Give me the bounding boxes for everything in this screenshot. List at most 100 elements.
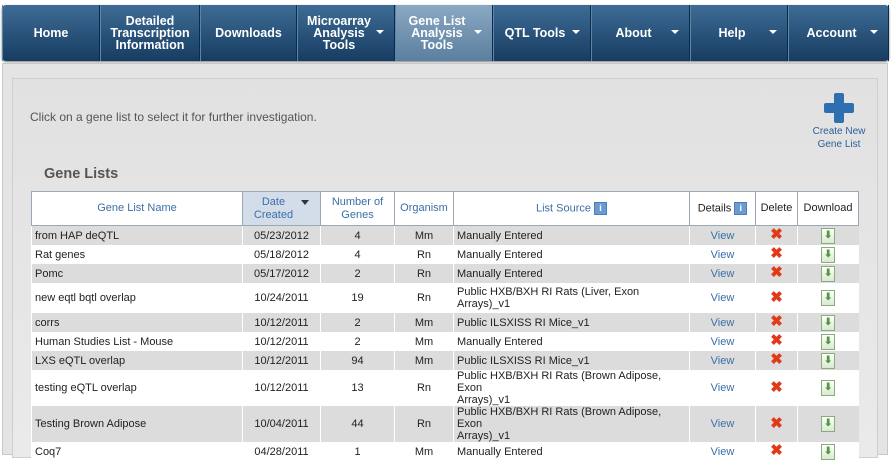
download-arrow-icon: ⬇: [821, 314, 836, 331]
view-link[interactable]: View: [689, 351, 756, 370]
table-row[interactable]: corrs 10/12/2011 2 Mm Public ILSXISS RI Mice…: [31, 313, 859, 332]
number-of-genes: 4: [320, 225, 395, 245]
number-of-genes: 2: [320, 313, 395, 332]
table-row[interactable]: Human Studies List - Mouse 10/12/2011 2 Mm M…: [31, 332, 859, 351]
organism: Rn: [394, 406, 454, 442]
sort-down-icon: [301, 199, 310, 205]
download-button[interactable]: ⬇: [797, 332, 859, 351]
delete-button[interactable]: ✖: [755, 245, 798, 264]
gene-list-name[interactable]: corrs: [31, 313, 243, 332]
delete-button[interactable]: ✖: [755, 313, 798, 332]
download-arrow-icon: ⬇: [821, 380, 836, 396]
delete-button[interactable]: ✖: [755, 283, 798, 313]
view-link[interactable]: View: [689, 245, 756, 264]
number-of-genes: 2: [320, 332, 395, 351]
view-link[interactable]: View: [689, 370, 756, 406]
organism: Mm: [394, 225, 454, 245]
organism: Rn: [394, 264, 454, 283]
download-button[interactable]: ⬇: [797, 225, 859, 245]
date-created: 05/23/2012: [242, 225, 321, 245]
column-header-organism[interactable]: Organism: [394, 191, 454, 226]
main-navigation-bar: Home Detailed Transcription Information Do…: [2, 5, 889, 61]
organism: Mm: [394, 332, 454, 351]
delete-x-icon: ✖: [770, 226, 783, 243]
chevron-down-icon: [671, 30, 679, 34]
view-link[interactable]: View: [689, 283, 756, 313]
table-row[interactable]: from HAP deQTL 05/23/2012 4 Mm Manually Ente…: [31, 225, 859, 245]
date-created: 10/12/2011: [242, 313, 321, 332]
nav-home[interactable]: Home: [2, 5, 100, 61]
view-link[interactable]: View: [689, 332, 756, 351]
number-of-genes: 2: [320, 264, 395, 283]
view-link[interactable]: View: [689, 442, 756, 461]
nav-downloads[interactable]: Downloads: [200, 5, 297, 61]
delete-button[interactable]: ✖: [755, 225, 798, 245]
date-created: 10/12/2011: [242, 332, 321, 351]
gene-list-name[interactable]: Rat genes: [31, 245, 243, 264]
nav-detailed-label: Detailed Transcription Information: [110, 14, 190, 52]
view-link[interactable]: View: [689, 225, 756, 245]
create-new-gene-list-button[interactable]: Create New Gene List: [808, 93, 870, 151]
delete-button[interactable]: ✖: [755, 332, 798, 351]
gene-list-name[interactable]: Testing Brown Adipose: [31, 406, 243, 442]
download-button[interactable]: ⬇: [797, 313, 859, 332]
gene-list-name[interactable]: testing eQTL overlap: [31, 370, 243, 406]
delete-button[interactable]: ✖: [755, 351, 798, 370]
nav-detailed-transcription[interactable]: Detailed Transcription Information: [100, 5, 200, 61]
chevron-down-icon: [572, 30, 580, 34]
gene-list-name[interactable]: Human Studies List - Mouse: [31, 332, 243, 351]
nav-microarray-analysis[interactable]: Microarray Analysis Tools: [297, 5, 395, 61]
gene-list-name[interactable]: new eqtl bqtl overlap: [31, 283, 243, 313]
nav-account-label: Account: [806, 26, 857, 40]
download-arrow-icon: ⬇: [821, 352, 836, 369]
table-row[interactable]: Coq7 04/28/2011 1 Mm Manually Entered View ✖ ⬇: [31, 442, 859, 461]
column-header-genes[interactable]: Number of Genes: [320, 191, 395, 226]
organism: Rn: [394, 370, 454, 406]
list-source: Public ILSXISS RI Mice_v1: [453, 313, 690, 332]
download-button[interactable]: ⬇: [797, 245, 859, 264]
list-source: Manually Entered: [453, 225, 690, 245]
info-icon[interactable]: i: [734, 201, 748, 215]
download-button[interactable]: ⬇: [797, 406, 859, 442]
view-link[interactable]: View: [689, 406, 756, 442]
date-created: 04/28/2011: [242, 442, 321, 461]
number-of-genes: 44: [320, 406, 395, 442]
table-row[interactable]: Rat genes 05/18/2012 4 Rn Manually Entered Vi…: [31, 245, 859, 264]
nav-help[interactable]: Help: [690, 5, 788, 61]
delete-button[interactable]: ✖: [755, 264, 798, 283]
list-source: Manually Entered: [453, 332, 690, 351]
delete-button[interactable]: ✖: [755, 406, 798, 442]
download-button[interactable]: ⬇: [797, 370, 859, 406]
gene-list-name[interactable]: from HAP deQTL: [31, 225, 243, 245]
table-row[interactable]: new eqtl bqtl overlap 10/24/2011 19 Rn Publi…: [31, 283, 859, 313]
nav-about[interactable]: About: [591, 5, 690, 61]
nav-account[interactable]: Account: [788, 5, 889, 61]
date-created: 10/12/2011: [242, 351, 321, 370]
table-row[interactable]: LXS eQTL overlap 10/12/2011 94 Mm Public ILS…: [31, 351, 859, 370]
column-header-name[interactable]: Gene List Name: [31, 191, 243, 226]
nav-help-label: Help: [718, 26, 746, 40]
delete-button[interactable]: ✖: [755, 370, 798, 406]
organism: Mm: [394, 313, 454, 332]
nav-qtl-tools[interactable]: QTL Tools: [493, 5, 591, 61]
nav-gene-list-analysis[interactable]: Gene List Analysis Tools: [395, 5, 493, 61]
list-source: Manually Entered: [453, 264, 690, 283]
info-icon[interactable]: i: [594, 201, 608, 215]
gene-list-name[interactable]: Pomc: [31, 264, 243, 283]
download-button[interactable]: ⬇: [797, 264, 859, 283]
nav-microarray-label: Microarray Analysis Tools: [307, 14, 371, 52]
table-row[interactable]: Testing Brown Adipose 10/04/2011 44 Rn Publi…: [31, 406, 859, 442]
gene-list-name[interactable]: LXS eQTL overlap: [31, 351, 243, 370]
download-button[interactable]: ⬇: [797, 283, 859, 313]
table-row[interactable]: Pomc 05/17/2012 2 Rn Manually Entered View ✖ ⬇: [31, 264, 859, 283]
delete-button[interactable]: ✖: [755, 442, 798, 461]
gene-list-name[interactable]: Coq7: [31, 442, 243, 461]
download-button[interactable]: ⬇: [797, 442, 859, 461]
view-link[interactable]: View: [689, 264, 756, 283]
column-header-source[interactable]: List Source i: [453, 191, 690, 226]
list-source: Public ILSXISS RI Mice_v1: [453, 351, 690, 370]
view-link[interactable]: View: [689, 313, 756, 332]
download-button[interactable]: ⬇: [797, 351, 859, 370]
column-header-date[interactable]: Date Created: [242, 191, 321, 226]
table-row[interactable]: testing eQTL overlap 10/12/2011 13 Rn Public…: [31, 370, 859, 406]
